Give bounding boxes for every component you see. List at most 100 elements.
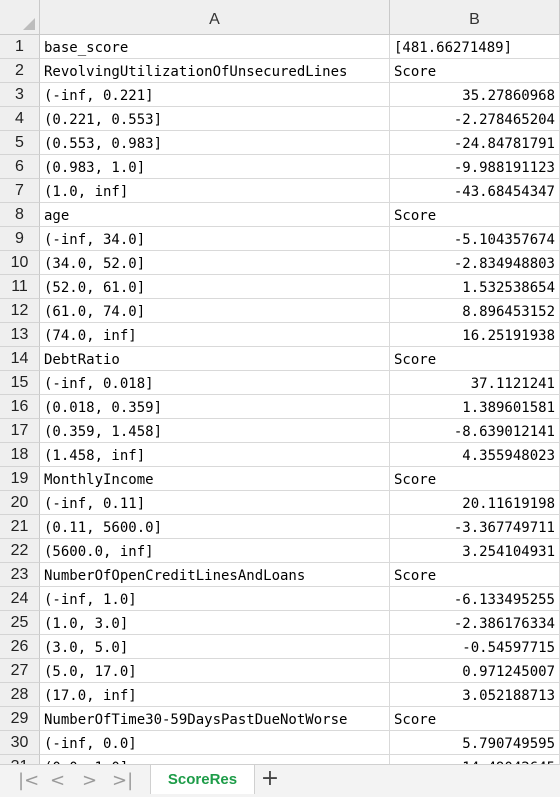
cell-b[interactable]: [481.66271489] <box>390 35 560 59</box>
row-header[interactable]: 16 <box>0 395 40 419</box>
cell-a[interactable]: (1.0, inf] <box>40 179 390 203</box>
row-header[interactable]: 8 <box>0 203 40 227</box>
cell-a[interactable]: (17.0, inf] <box>40 683 390 707</box>
cell-a[interactable]: (-inf, 0.018] <box>40 371 390 395</box>
cell-b[interactable]: -8.639012141 <box>390 419 560 443</box>
cell-a[interactable]: (-inf, 0.221] <box>40 83 390 107</box>
cell-b[interactable]: 35.27860968 <box>390 83 560 107</box>
cell-a[interactable]: DebtRatio <box>40 347 390 371</box>
cell-b[interactable]: Score <box>390 347 560 371</box>
row-header[interactable]: 17 <box>0 419 40 443</box>
cell-b[interactable]: Score <box>390 707 560 731</box>
row-header[interactable]: 9 <box>0 227 40 251</box>
cell-a[interactable]: (0.018, 0.359] <box>40 395 390 419</box>
cell-b[interactable]: 5.790749595 <box>390 731 560 755</box>
cell-a[interactable]: (52.0, 61.0] <box>40 275 390 299</box>
row-header[interactable]: 10 <box>0 251 40 275</box>
row-header[interactable]: 28 <box>0 683 40 707</box>
cell-a[interactable]: (0.553, 0.983] <box>40 131 390 155</box>
row-header[interactable]: 19 <box>0 467 40 491</box>
cell-a[interactable]: (61.0, 74.0] <box>40 299 390 323</box>
row-header[interactable]: 29 <box>0 707 40 731</box>
select-all-corner[interactable] <box>0 0 40 35</box>
row-header[interactable]: 30 <box>0 731 40 755</box>
cell-a[interactable]: (-inf, 1.0] <box>40 587 390 611</box>
cell-b[interactable]: -5.104357674 <box>390 227 560 251</box>
row-header[interactable]: 7 <box>0 179 40 203</box>
cell-a[interactable]: (0.983, 1.0] <box>40 155 390 179</box>
cell-b[interactable]: 14.49042645 <box>390 755 560 764</box>
row-header[interactable]: 1 <box>0 35 40 59</box>
prev-sheet-icon[interactable]: < <box>50 769 65 793</box>
row-header[interactable]: 12 <box>0 299 40 323</box>
row-header[interactable]: 31 <box>0 755 40 764</box>
row-header[interactable]: 27 <box>0 659 40 683</box>
cell-a[interactable]: (5.0, 17.0] <box>40 659 390 683</box>
cell-b[interactable]: 16.25191938 <box>390 323 560 347</box>
row-header[interactable]: 18 <box>0 443 40 467</box>
row-header[interactable]: 26 <box>0 635 40 659</box>
row-header[interactable]: 14 <box>0 347 40 371</box>
cell-b[interactable]: 1.389601581 <box>390 395 560 419</box>
cell-b[interactable]: -43.68454347 <box>390 179 560 203</box>
cell-b[interactable]: 1.532538654 <box>390 275 560 299</box>
cell-b[interactable]: 37.1121241 <box>390 371 560 395</box>
last-sheet-icon[interactable]: >| <box>112 769 133 793</box>
cell-a[interactable]: (0.359, 1.458] <box>40 419 390 443</box>
add-sheet-icon[interactable]: + <box>258 767 282 791</box>
row-header[interactable]: 20 <box>0 491 40 515</box>
column-header-b[interactable]: B <box>390 0 560 35</box>
row-header[interactable]: 25 <box>0 611 40 635</box>
cell-a[interactable]: (-inf, 0.0] <box>40 731 390 755</box>
cell-b[interactable]: -6.133495255 <box>390 587 560 611</box>
cell-a[interactable]: age <box>40 203 390 227</box>
sheet-tab-scoreres[interactable]: ScoreRes <box>150 765 255 794</box>
cell-b[interactable]: -24.84781791 <box>390 131 560 155</box>
cell-b[interactable]: 8.896453152 <box>390 299 560 323</box>
cell-a[interactable]: (34.0, 52.0] <box>40 251 390 275</box>
cell-a[interactable]: (-inf, 34.0] <box>40 227 390 251</box>
cell-a[interactable]: (-inf, 0.11] <box>40 491 390 515</box>
row-header[interactable]: 6 <box>0 155 40 179</box>
cell-a[interactable]: NumberOfTime30-59DaysPastDueNotWorse <box>40 707 390 731</box>
cell-a[interactable]: (1.0, 3.0] <box>40 611 390 635</box>
cell-b[interactable]: -9.988191123 <box>390 155 560 179</box>
row-header[interactable]: 24 <box>0 587 40 611</box>
cell-a[interactable]: RevolvingUtilizationOfUnsecuredLines <box>40 59 390 83</box>
cell-b[interactable]: -2.386176334 <box>390 611 560 635</box>
cell-a[interactable]: MonthlyIncome <box>40 467 390 491</box>
cell-a[interactable]: base_score <box>40 35 390 59</box>
cell-b[interactable]: 20.11619198 <box>390 491 560 515</box>
cell-b[interactable]: -0.54597715 <box>390 635 560 659</box>
cell-b[interactable]: 3.052188713 <box>390 683 560 707</box>
cell-a[interactable]: NumberOfOpenCreditLinesAndLoans <box>40 563 390 587</box>
cell-a[interactable]: (1.458, inf] <box>40 443 390 467</box>
cell-a[interactable]: (5600.0, inf] <box>40 539 390 563</box>
cell-b[interactable]: -2.278465204 <box>390 107 560 131</box>
next-sheet-icon[interactable]: > <box>82 769 97 793</box>
cell-a[interactable]: (0.221, 0.553] <box>40 107 390 131</box>
row-header[interactable]: 11 <box>0 275 40 299</box>
cell-b[interactable]: Score <box>390 563 560 587</box>
row-header[interactable]: 23 <box>0 563 40 587</box>
cell-b[interactable]: -3.367749711 <box>390 515 560 539</box>
row-header[interactable]: 22 <box>0 539 40 563</box>
cell-b[interactable]: Score <box>390 467 560 491</box>
row-header[interactable]: 3 <box>0 83 40 107</box>
first-sheet-icon[interactable]: |< <box>18 769 39 793</box>
cell-b[interactable]: 0.971245007 <box>390 659 560 683</box>
row-header[interactable]: 21 <box>0 515 40 539</box>
row-header[interactable]: 2 <box>0 59 40 83</box>
cell-b[interactable]: Score <box>390 203 560 227</box>
cell-a[interactable]: (74.0, inf] <box>40 323 390 347</box>
row-header[interactable]: 13 <box>0 323 40 347</box>
row-header[interactable]: 15 <box>0 371 40 395</box>
cell-b[interactable]: 4.355948023 <box>390 443 560 467</box>
row-header[interactable]: 4 <box>0 107 40 131</box>
cell-a[interactable]: (0.0, 1.0] <box>40 755 390 764</box>
cell-a[interactable]: (0.11, 5600.0] <box>40 515 390 539</box>
cell-b[interactable]: -2.834948803 <box>390 251 560 275</box>
row-header[interactable]: 5 <box>0 131 40 155</box>
column-header-a[interactable]: A <box>40 0 390 35</box>
cell-b[interactable]: Score <box>390 59 560 83</box>
